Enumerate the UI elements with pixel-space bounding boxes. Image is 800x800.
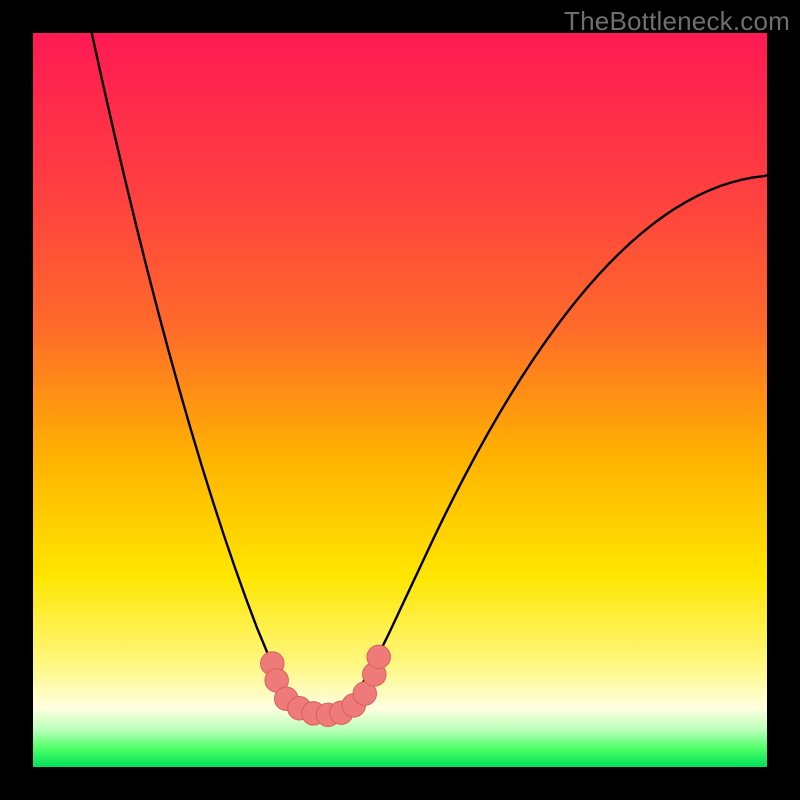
chart-frame: TheBottleneck.com [0,0,800,800]
plot-area [33,33,767,767]
curve-marker [367,645,390,668]
gradient-background [33,33,767,767]
chart-svg [33,33,767,767]
